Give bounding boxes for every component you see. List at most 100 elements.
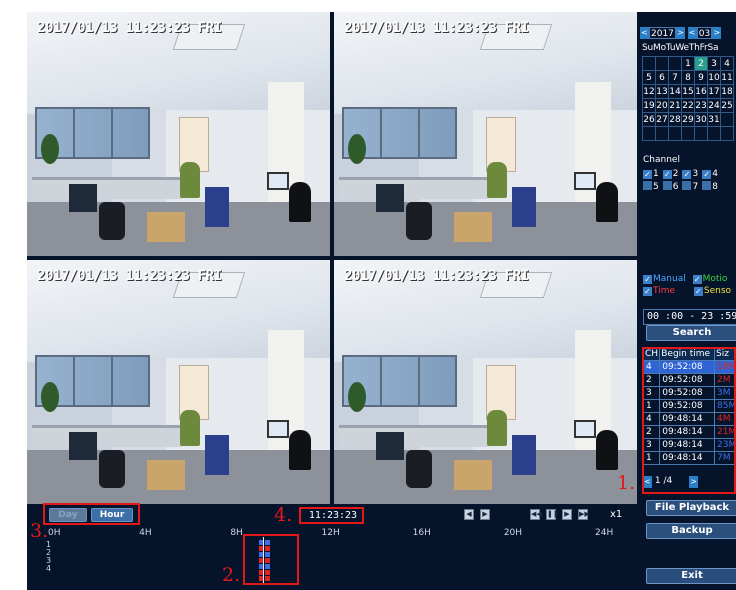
channel-checkbox[interactable] (643, 181, 652, 190)
calendar-day[interactable]: 27 (655, 112, 669, 127)
calendar-day (681, 126, 695, 141)
timeline-tick: 20H (503, 528, 523, 538)
camera-tile-3[interactable]: 2017/01/13 11:23:23 FRI (27, 260, 330, 504)
calendar-day[interactable]: 12 (642, 84, 656, 99)
channel-number: 5 (653, 182, 659, 192)
camera-tile-2[interactable]: 2017/01/13 11:23:23 FRI (334, 12, 637, 256)
exit-button[interactable]: Exit (646, 568, 736, 584)
channel-checkbox[interactable] (662, 181, 672, 190)
timeline-tick: 16H (412, 528, 431, 538)
prev-month-button[interactable]: < (687, 27, 697, 39)
calendar-day[interactable]: 17 (707, 84, 721, 99)
annotation-label-2: 2. (222, 564, 241, 586)
calendar-day (668, 56, 682, 71)
channel-checkbox[interactable]: ✓ (682, 170, 692, 179)
camera-tile-4[interactable]: 2017/01/13 11:23:23 FRI (334, 260, 637, 504)
annotation-box-3 (43, 503, 140, 525)
calendar-day[interactable]: 16 (694, 84, 708, 99)
calendar-day[interactable]: 26 (642, 112, 656, 127)
annotation-box-2 (243, 534, 299, 585)
channel-option[interactable]: 7 (682, 181, 698, 192)
channel-option[interactable]: 8 (702, 181, 718, 192)
calendar-day[interactable]: 24 (707, 98, 721, 113)
camera-tile-1[interactable]: 2017/01/13 11:23:23 FRI (27, 12, 330, 256)
calendar-day[interactable]: 4 (720, 56, 734, 71)
control-panel: <2017 > <03 > SuMoTuWeThFrSa 1 2 3 4 5 6 7 8 9 10 11… (640, 12, 736, 590)
channel-checkbox[interactable] (682, 181, 692, 190)
calendar-day (707, 126, 721, 141)
calendar-day[interactable]: 25 (720, 98, 734, 113)
calendar-day[interactable]: 3 (707, 56, 721, 71)
calendar-day[interactable]: 8 (681, 70, 695, 85)
channel-checkbox[interactable] (702, 181, 712, 190)
calendar-day (668, 126, 682, 141)
calendar-day[interactable]: 23 (694, 98, 708, 113)
prev-year-button[interactable]: < (640, 27, 649, 39)
calendar-day[interactable]: 9 (694, 70, 708, 85)
channel-option[interactable]: 6 (662, 181, 678, 192)
camera-timestamp: 2017/01/13 11:23:23 FRI (344, 20, 529, 36)
rewind-icon[interactable]: ◀◀ (530, 509, 542, 520)
record-type-time: Time (653, 286, 676, 296)
channel-option[interactable]: ✓ 3 (682, 169, 698, 179)
search-button[interactable]: Search (646, 325, 736, 341)
calendar-day[interactable]: 7 (668, 70, 682, 85)
speed-indicator: x1 (610, 509, 623, 520)
calendar-day[interactable]: 11 (720, 70, 734, 85)
channel-option[interactable]: ✓ 4 (702, 169, 718, 179)
calendar-day[interactable]: 29 (681, 112, 695, 127)
play-icon[interactable]: ▶ (562, 509, 572, 520)
calendar-day (720, 112, 734, 127)
checkbox-motion[interactable]: ✓ (692, 275, 702, 284)
calendar-day[interactable]: 19 (642, 98, 656, 113)
checkbox-manual[interactable]: ✓ (643, 275, 652, 284)
calendar-day[interactable]: 31 (707, 112, 721, 127)
file-playback-button[interactable]: File Playback (646, 500, 736, 516)
next-frame-icon[interactable]: ▶ (480, 509, 490, 520)
annotation-box-1 (642, 347, 736, 494)
channel-option[interactable]: ✓ 1 (643, 169, 659, 179)
calendar-day (655, 56, 669, 71)
pause-icon[interactable]: ❚❚ (546, 509, 559, 520)
fast-forward-icon[interactable]: ▶▶ (578, 509, 590, 520)
channel-option[interactable]: ✓ 2 (662, 169, 678, 179)
channel-checkbox[interactable]: ✓ (662, 170, 672, 179)
month-value: 03 (696, 27, 713, 39)
calendar-day[interactable]: 10 (707, 70, 721, 85)
calendar-day[interactable]: 6 (655, 70, 669, 85)
channel-checkbox[interactable]: ✓ (643, 170, 652, 179)
calendar-day[interactable]: 2 (694, 56, 708, 71)
dvr-playback-screen: 2017/01/13 11:23:23 FRI 2017/01/13 11:23… (27, 12, 736, 590)
calendar-day[interactable]: 22 (681, 98, 695, 113)
calendar-day[interactable]: 5 (642, 70, 656, 85)
time-range-input[interactable]: 00 :00 - 23 :59 (643, 309, 736, 325)
next-month-button[interactable]: > (712, 27, 722, 39)
calendar-day[interactable]: 13 (655, 84, 669, 99)
camera-timestamp: 2017/01/13 11:23:23 FRI (37, 268, 222, 284)
calendar-day[interactable]: 28 (668, 112, 682, 127)
backup-button[interactable]: Backup (646, 523, 736, 539)
timeline-tick: 4H (139, 528, 152, 538)
calendar-day[interactable]: 20 (655, 98, 669, 113)
channel-option[interactable]: 5 (643, 181, 659, 192)
calendar-navigation: <2017 > <03 > (640, 27, 736, 40)
calendar-day[interactable]: 15 (681, 84, 695, 99)
calendar-day[interactable]: 18 (720, 84, 734, 99)
year-value: 2017 (649, 27, 676, 39)
checkbox-sensor[interactable]: ✓ (693, 287, 703, 296)
channel-checkbox[interactable]: ✓ (702, 170, 712, 179)
channel-number: 4 (712, 169, 718, 179)
calendar-day (720, 126, 734, 141)
calendar-day[interactable]: 14 (668, 84, 682, 99)
channel-row-2: 5 6 7 8 (643, 181, 722, 192)
annotation-label-3: 3. (30, 520, 49, 542)
next-year-button[interactable]: > (675, 27, 685, 39)
prev-frame-icon[interactable]: ◀ (464, 509, 474, 520)
calendar-day[interactable]: 1 (681, 56, 695, 71)
annotation-box-4 (299, 507, 364, 524)
calendar-day[interactable]: 30 (694, 112, 708, 127)
calendar-day (655, 126, 669, 141)
calendar-day[interactable]: 21 (668, 98, 682, 113)
checkbox-time[interactable]: ✓ (643, 287, 652, 296)
timeline-tick: 12H (321, 528, 340, 538)
